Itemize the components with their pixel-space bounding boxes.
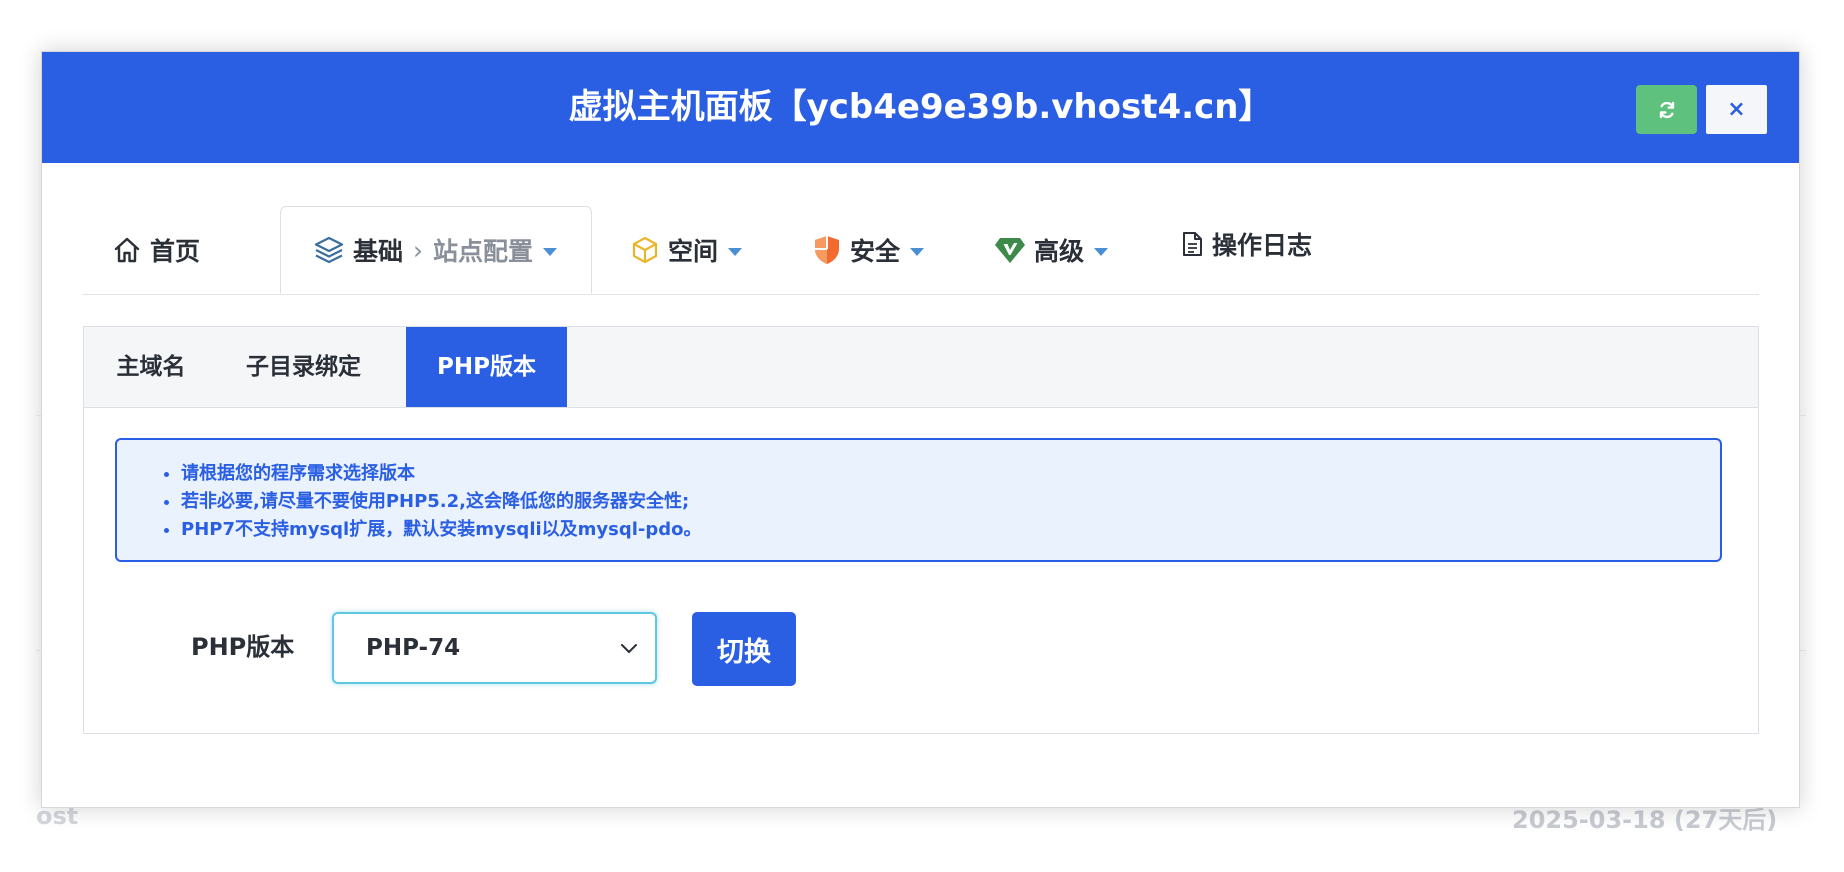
caret-down-icon [543, 248, 558, 256]
subtab-subdir-bind[interactable]: 子目录绑定 [218, 327, 389, 407]
refresh-icon [1659, 101, 1674, 118]
diamond-icon [995, 238, 1025, 263]
notice-list: 请根据您的程序需求选择版本 若非必要,请尽量不要使用PHP5.2,这会降低您的服… [163, 460, 1720, 544]
php-version-label: PHP版本 [191, 633, 295, 661]
nav-tab-security[interactable]: 安全 [812, 206, 925, 294]
php-version-selected: PHP-74 [366, 635, 461, 661]
box-icon [632, 236, 658, 264]
php-version-panel: 主域名 子目录绑定 PHP版本 请根据您的程序需求选择版本 若非必要,请尽量不要… [83, 326, 1759, 734]
notice-item: 请根据您的程序需求选择版本 [181, 460, 1720, 488]
nav-log-label: 操作日志 [1212, 231, 1313, 260]
nav-tab-advanced[interactable]: 高级 [994, 206, 1109, 294]
caret-down-icon [910, 248, 925, 256]
notice-box: 请根据您的程序需求选择版本 若非必要,请尽量不要使用PHP5.2,这会降低您的服… [115, 438, 1722, 562]
nav-basic-sub-label: 站点配置 [433, 237, 534, 266]
modal-title: 虚拟主机面板【ycb4e9e39b.vhost4.cn】 [568, 87, 1273, 127]
layers-icon [314, 236, 344, 264]
refresh-button[interactable] [1636, 85, 1697, 134]
nav-security-label: 安全 [850, 237, 901, 266]
close-button[interactable]: × [1706, 85, 1767, 134]
modal-header: 虚拟主机面板【ycb4e9e39b.vhost4.cn】 × [42, 52, 1799, 163]
home-icon [114, 237, 140, 263]
chevron-down-icon [621, 644, 637, 653]
breadcrumb-separator: › [413, 235, 424, 265]
notice-item: 若非必要,请尽量不要使用PHP5.2,这会降低您的服务器安全性; [181, 488, 1720, 516]
subtab-php-version[interactable]: PHP版本 [406, 327, 567, 407]
subtab-main-domain[interactable]: 主域名 [84, 327, 218, 407]
document-icon [1183, 232, 1202, 256]
screen: ost 2025-03-18 (27天后) 虚拟主机面板【ycb4e9e39b.… [0, 0, 1844, 872]
nav-home-label: 首页 [150, 237, 201, 266]
shield-icon [815, 236, 839, 264]
sub-tabs: 主域名 子目录绑定 PHP版本 [84, 327, 1758, 408]
caret-down-icon [728, 248, 743, 256]
php-version-select[interactable]: PHP-74 [332, 612, 657, 684]
nav-tab-home[interactable]: 首页 [112, 206, 200, 294]
switch-button[interactable]: 切换 [692, 612, 796, 686]
caret-down-icon [1094, 248, 1109, 256]
nav-tab-log[interactable]: 操作日志 [1180, 200, 1312, 288]
nav-basic-label: 基础 [353, 237, 404, 266]
close-icon: × [1727, 97, 1746, 122]
vhost-panel-modal: 虚拟主机面板【ycb4e9e39b.vhost4.cn】 × 首页 基础 › 站… [41, 51, 1800, 808]
notice-item: PHP7不支持mysql扩展，默认安装mysqli以及mysql-pdo。 [181, 516, 1720, 544]
nav-space-label: 空间 [668, 237, 719, 266]
nav-tab-basic[interactable]: 基础 › 站点配置 [280, 206, 592, 294]
nav-advanced-label: 高级 [1034, 237, 1085, 266]
panel-nav: 首页 基础 › 站点配置 空间 安全 高级 操作日志 [82, 206, 1759, 295]
nav-tab-space[interactable]: 空间 [630, 206, 743, 294]
